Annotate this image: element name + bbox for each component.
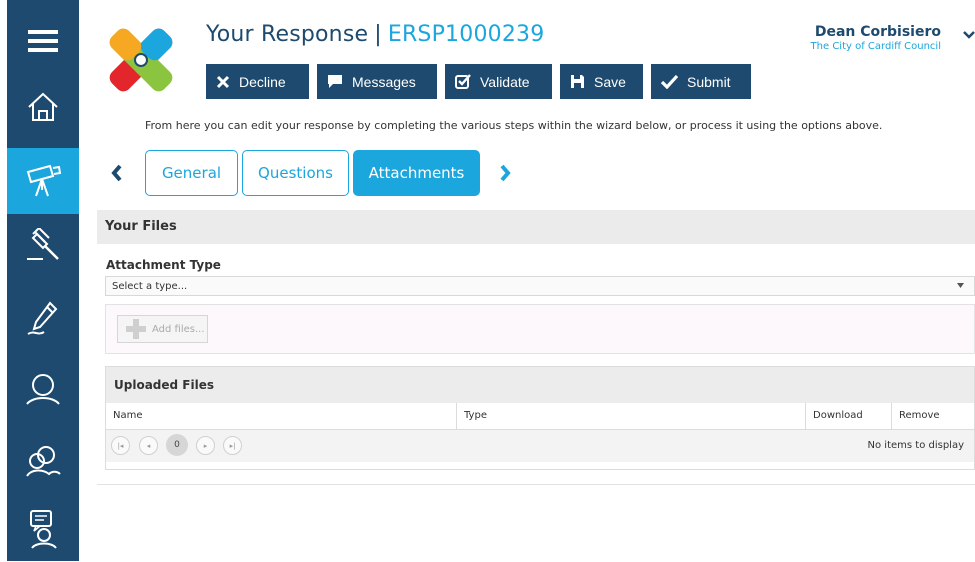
user-organisation: The City of Cardiff Council <box>810 41 941 52</box>
upload-drop-zone[interactable]: Add files... <box>105 304 975 354</box>
add-files-label: Add files... <box>152 323 205 335</box>
attachment-type-value: Select a type... <box>112 281 188 292</box>
close-icon <box>216 75 230 88</box>
floppy-disk-icon <box>571 75 584 88</box>
user-menu[interactable]: Dean Corbisiero The City of Cardiff Coun… <box>811 24 941 52</box>
action-toolbar: Decline Messages Validate Save Submit <box>206 64 759 99</box>
validate-label: Validate <box>480 73 530 90</box>
message-icon <box>328 75 342 88</box>
plus-icon <box>126 319 146 339</box>
pen-icon <box>27 301 58 335</box>
wizard-prev-button[interactable] <box>106 162 128 184</box>
user-icon <box>26 374 60 405</box>
wizard-next-button[interactable] <box>494 162 516 184</box>
add-files-button[interactable]: Add files... <box>117 315 208 343</box>
next-page-icon: ▸ <box>203 441 208 450</box>
your-files-header: Your Files <box>97 210 975 244</box>
tab-questions-label: Questions <box>258 164 333 182</box>
tab-questions[interactable]: Questions <box>242 150 349 196</box>
chevron-left-icon <box>111 164 122 182</box>
save-button[interactable]: Save <box>560 64 643 99</box>
response-reference: ERSP1000239 <box>387 22 545 47</box>
telescope-icon <box>26 164 62 197</box>
menu-icon <box>28 30 58 52</box>
users-icon <box>26 446 61 477</box>
column-header-download[interactable]: Download <box>805 403 891 429</box>
validate-button[interactable]: Validate <box>445 64 552 99</box>
column-header-type[interactable]: Type <box>456 403 805 429</box>
sidebar-item-tenders[interactable] <box>7 212 79 278</box>
sidebar-item-opportunities[interactable] <box>7 148 79 214</box>
grid-column-headers: Name Type Download Remove <box>106 403 974 430</box>
pager-empty-text: No items to display <box>867 440 964 451</box>
sidebar-edge <box>0 0 7 561</box>
submit-label: Submit <box>687 73 731 90</box>
sidebar-item-contacts[interactable] <box>7 428 79 494</box>
checkbox-icon <box>455 73 471 89</box>
chevron-right-icon <box>500 164 511 182</box>
sidebar-item-home[interactable] <box>7 74 79 140</box>
tab-attachments[interactable]: Attachments <box>353 150 480 196</box>
checkmark-icon <box>661 74 678 89</box>
sidebar <box>0 0 79 561</box>
app-logo <box>98 17 184 103</box>
last-page-icon: ▸| <box>229 441 236 450</box>
decline-button[interactable]: Decline <box>206 64 309 99</box>
gavel-icon <box>27 228 59 260</box>
prev-page-icon: ◂ <box>146 441 151 450</box>
instructions-text: From here you can edit your response by … <box>145 119 883 132</box>
uploaded-files-header: Uploaded Files <box>106 367 974 403</box>
pager-last-button[interactable]: ▸| <box>223 436 242 455</box>
title-separator: | <box>374 22 382 47</box>
caret-down-icon <box>957 283 964 288</box>
tab-attachments-label: Attachments <box>368 164 465 182</box>
chevron-down-icon[interactable] <box>963 30 975 40</box>
menu-button[interactable] <box>7 8 79 74</box>
save-label: Save <box>594 73 626 90</box>
home-icon <box>28 92 58 121</box>
chat-user-icon <box>30 510 57 549</box>
column-header-remove[interactable]: Remove <box>891 403 975 429</box>
pager-current-page: 0 <box>166 434 188 456</box>
user-name: Dean Corbisiero <box>814 24 941 40</box>
messages-label: Messages <box>352 73 416 90</box>
decline-label: Decline <box>239 73 286 90</box>
pager-next-button[interactable]: ▸ <box>196 436 215 455</box>
tab-general-label: General <box>161 164 222 182</box>
uploaded-files-grid: Uploaded Files Name Type Download Remove… <box>105 366 975 470</box>
first-page-icon: |◂ <box>117 441 124 450</box>
attachment-type-select[interactable]: Select a type... <box>105 276 975 296</box>
sidebar-item-responses[interactable] <box>7 286 79 352</box>
tab-general[interactable]: General <box>145 150 238 196</box>
page-title: Your Response | ERSP1000239 <box>206 22 544 47</box>
sidebar-item-profile[interactable] <box>7 356 79 422</box>
uploaded-files-title: Uploaded Files <box>114 378 214 392</box>
page-title-text: Your Response <box>206 22 369 47</box>
content-divider <box>97 484 975 485</box>
attachment-type-label: Attachment Type <box>106 258 221 272</box>
wizard-steps: General Questions Attachments <box>106 150 516 196</box>
sidebar-item-messages[interactable] <box>7 496 79 562</box>
grid-pager: |◂ ◂ 0 ▸ ▸| No items to display <box>106 430 974 462</box>
your-files-title: Your Files <box>105 219 177 234</box>
pager-prev-button[interactable]: ◂ <box>139 436 158 455</box>
submit-button[interactable]: Submit <box>651 64 751 99</box>
pager-first-button[interactable]: |◂ <box>111 436 130 455</box>
column-header-name[interactable]: Name <box>106 403 456 429</box>
messages-button[interactable]: Messages <box>317 64 437 99</box>
